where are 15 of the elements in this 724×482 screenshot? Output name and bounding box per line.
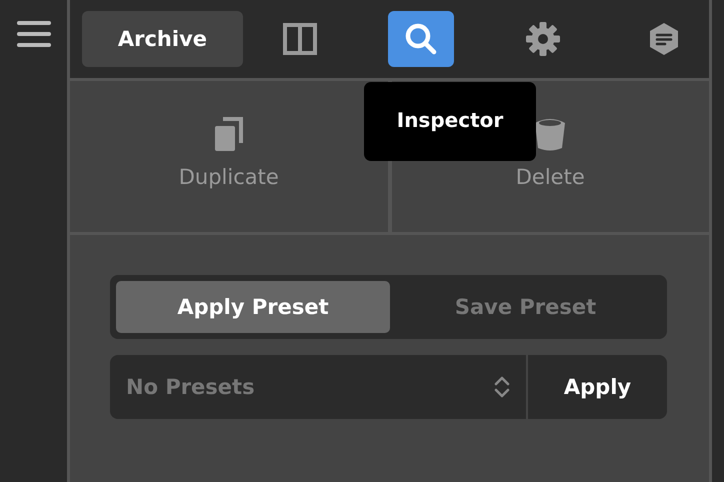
columns-icon (282, 23, 317, 55)
settings-icon (526, 22, 560, 56)
menu-icon[interactable] (16, 20, 50, 48)
archive-button[interactable]: Archive (82, 11, 243, 67)
preset-tab[interactable]: Apply Preset (116, 281, 390, 333)
toolbar-button[interactable] (388, 11, 454, 67)
apply-button[interactable]: Apply (528, 355, 667, 419)
trash-icon (534, 117, 566, 151)
preset-tab[interactable]: Save Preset (390, 281, 661, 333)
notes-icon (648, 22, 680, 56)
search-icon (405, 23, 438, 55)
chevron-up-down-icon (494, 376, 510, 398)
duplicate-icon (214, 117, 243, 151)
tooltip: Inspector (364, 82, 536, 161)
preset-select[interactable]: No Presets (110, 355, 528, 419)
